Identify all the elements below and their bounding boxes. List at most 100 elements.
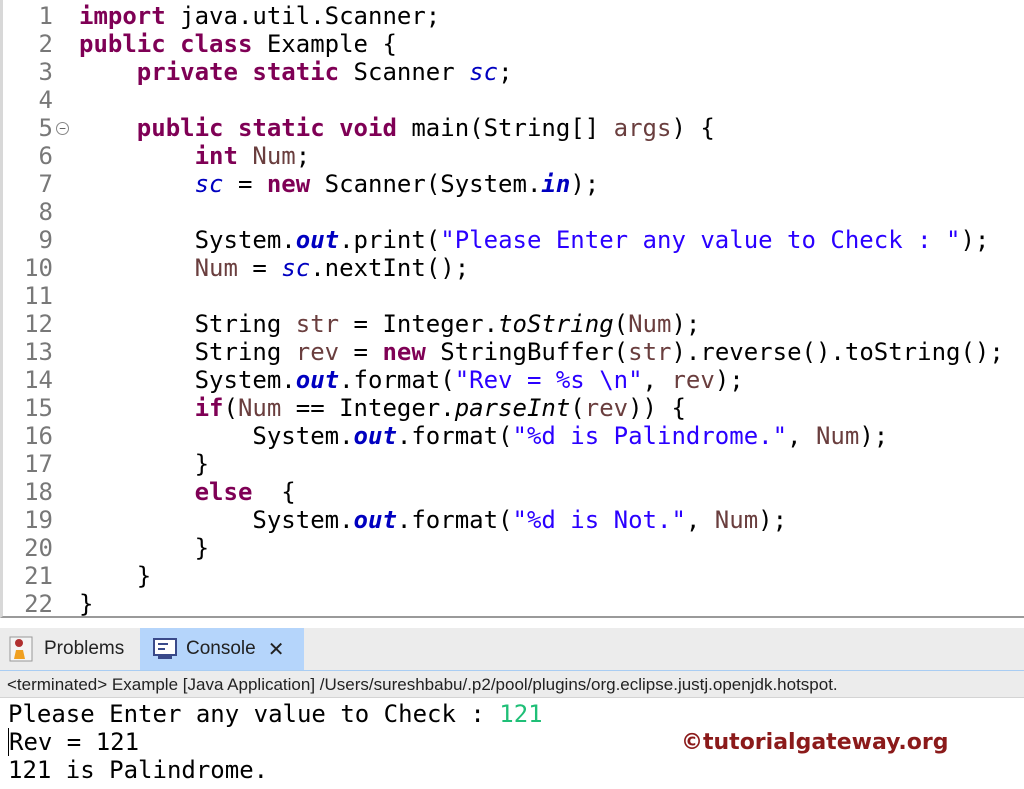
code-line: System.out.format("Rev = %s \n", rev);	[79, 366, 744, 394]
tab-console[interactable]: Console ✕	[140, 628, 304, 670]
code-token-var: Num	[628, 310, 672, 338]
console-output-line-1: Please Enter any value to Check : 121	[8, 700, 543, 728]
line-number: 5	[38, 114, 53, 142]
code-line: import java.util.Scanner;	[79, 2, 440, 30]
console-output-line-2: Rev = 121	[8, 728, 140, 756]
code-line: if(Num == Integer.parseInt(rev)) {	[79, 394, 686, 422]
code-text: == Integer.	[281, 394, 455, 422]
code-token-fld: sc	[194, 170, 224, 198]
console-process-label: <terminated> Example [Java Application] …	[0, 670, 1024, 698]
line-number: 7	[38, 170, 53, 198]
line-number: 11	[24, 282, 53, 310]
code-token-kw: class	[180, 30, 253, 58]
code-line: Num = sc.nextInt();	[79, 254, 470, 282]
code-line: System.out.format("%d is Palindrome.", N…	[79, 422, 888, 450]
code-text: =	[223, 170, 267, 198]
code-text: );	[758, 506, 788, 534]
code-text: StringBuffer(	[425, 338, 629, 366]
code-token-kw: private	[136, 58, 238, 86]
code-text: }	[79, 534, 210, 562]
close-icon[interactable]: ✕	[268, 637, 285, 662]
code-text: Scanner	[339, 58, 470, 86]
line-number: 10	[24, 254, 53, 282]
code-line: }	[79, 534, 209, 562]
console-prompt: Please Enter any value to Check :	[8, 700, 500, 728]
code-text: }	[79, 590, 94, 618]
code-token-fld: sc	[281, 254, 311, 282]
line-number: 12	[24, 310, 53, 338]
code-text: ) {	[671, 114, 715, 142]
line-number: 1	[38, 2, 53, 30]
code-token-var: rev	[295, 338, 340, 366]
code-line: sc = new Scanner(System.in);	[79, 170, 600, 198]
code-line: public class Example {	[79, 30, 397, 58]
code-text: ).reverse().toString();	[671, 338, 1004, 366]
code-text: ;	[295, 142, 311, 170]
code-token-sfld: out	[353, 506, 397, 534]
line-number-gutter: 1 2 3 4 5−6 7 8 9 10 11 12 13 14 15 16 17 18 19 20 21 22	[3, 0, 73, 616]
code-token-kw: void	[339, 114, 397, 142]
code-token-sfld: out	[353, 422, 397, 450]
code-token-sm: toString	[498, 310, 614, 338]
code-text: }	[79, 450, 210, 478]
code-line: }	[79, 590, 94, 618]
code-token-var: Num	[237, 394, 282, 422]
code-token-kw: static	[237, 114, 325, 142]
line-number: 16	[24, 422, 53, 450]
code-text: Scanner(System.	[310, 170, 542, 198]
line-number: 8	[38, 198, 53, 226]
line-number: 3	[38, 58, 53, 86]
tab-problems[interactable]: Problems	[8, 628, 138, 670]
line-number: 2	[38, 30, 53, 58]
line-number: 15	[24, 394, 53, 422]
line-number: 21	[24, 562, 53, 590]
code-token-str: "Please Enter any value to Check : "	[440, 226, 961, 254]
code-token-var: rev	[671, 366, 715, 394]
line-number: 18	[24, 478, 53, 506]
code-text: =	[237, 254, 282, 282]
code-token-sm: parseInt	[454, 394, 571, 422]
line-number: 13	[24, 338, 53, 366]
code-line: String rev = new StringBuffer(str).rever…	[79, 338, 1004, 366]
code-text: =	[339, 338, 383, 366]
code-text: (	[613, 310, 629, 338]
line-number: 6	[38, 142, 53, 170]
code-token-var: Num	[252, 142, 296, 170]
code-editor[interactable]: 1 2 3 4 5−6 7 8 9 10 11 12 13 14 15 16 17 18 19 20 21 22 imp…	[0, 0, 1024, 618]
code-token-str: "%d is Palindrome."	[512, 422, 788, 450]
code-line: int Num;	[79, 142, 311, 170]
line-number: 4	[38, 86, 53, 114]
code-line: System.out.print("Please Enter any value…	[79, 226, 990, 254]
code-text: }	[79, 562, 152, 590]
console-user-input: 121	[499, 700, 543, 728]
code-token-var: Num	[815, 422, 860, 450]
code-text: );	[671, 310, 701, 338]
code-text: (	[223, 394, 238, 422]
code-token-var: args	[613, 114, 672, 142]
code-text: {	[252, 478, 296, 506]
code-text: ,	[685, 506, 715, 534]
line-number: 22	[24, 590, 53, 618]
console-output-line-3: 121 is Palindrome.	[8, 756, 269, 784]
code-token-var: str	[295, 310, 340, 338]
fold-toggle-icon[interactable]: −	[56, 122, 69, 135]
watermark-logo: ©tutorialgateway.org	[681, 730, 949, 755]
code-token-var: rev	[584, 394, 629, 422]
code-text: .format(	[396, 506, 513, 534]
code-line: System.out.format("%d is Not.", Num);	[79, 506, 787, 534]
code-line: }	[79, 450, 209, 478]
code-token-kw: int	[194, 142, 238, 170]
code-text: );	[714, 366, 744, 394]
code-text: .format(	[339, 366, 455, 394]
code-text: System.	[79, 506, 354, 534]
